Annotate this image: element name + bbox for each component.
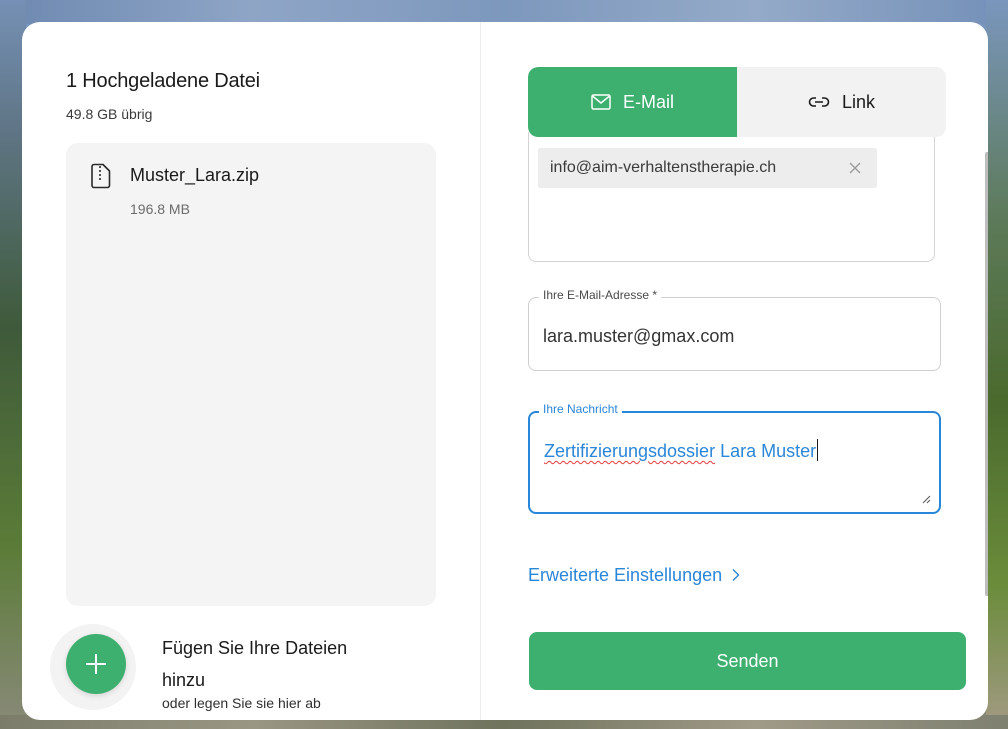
- zip-file-icon: [91, 163, 111, 189]
- file-size: 196.8 MB: [130, 201, 190, 217]
- tab-email[interactable]: E-Mail: [528, 67, 737, 137]
- transfer-card: 1 Hochgeladene Datei 49.8 GB übrig Muste…: [22, 22, 988, 720]
- mail-icon: [591, 94, 611, 110]
- message-label: Ihre Nachricht: [539, 402, 622, 416]
- recipients-field[interactable]: info@aim-verhaltenstherapie.ch: [528, 132, 935, 262]
- close-icon[interactable]: [847, 160, 863, 176]
- add-files-title: Fügen Sie Ihre Dateien hinzu: [162, 638, 348, 690]
- message-value: Zertifizierungsdossier Lara Muster: [544, 439, 819, 462]
- send-button-label: Senden: [716, 650, 779, 671]
- recipient-email: info@aim-verhaltenstherapie.ch: [550, 159, 777, 176]
- advanced-settings-label: Erweiterte Einstellungen: [528, 565, 723, 585]
- chevron-right-icon: [732, 569, 740, 581]
- tab-link[interactable]: Link: [737, 67, 946, 137]
- sender-email-field[interactable]: Ihre E-Mail-Adresse * lara.muster@gmax.c…: [528, 288, 941, 371]
- add-files-button[interactable]: [66, 634, 126, 694]
- background-landscape-right: [986, 0, 1008, 729]
- uploaded-files-title: 1 Hochgeladene Datei: [66, 70, 260, 92]
- panel-divider: [480, 22, 481, 720]
- text-caret: [817, 439, 819, 461]
- file-name: Muster_Lara.zip: [130, 165, 260, 185]
- storage-remaining: 49.8 GB übrig: [66, 106, 153, 122]
- message-field[interactable]: Ihre Nachricht Zertifizierungsdossier La…: [528, 402, 941, 514]
- sender-email-value: lara.muster@gmax.com: [543, 326, 735, 346]
- file-list: Muster_Lara.zip 196.8 MB: [66, 143, 436, 606]
- message-rest: Lara Muster: [715, 441, 817, 461]
- resize-grip-icon[interactable]: [921, 494, 931, 504]
- send-button[interactable]: Senden: [529, 632, 966, 690]
- plus-icon: [86, 654, 106, 674]
- form-scrollbar[interactable]: [985, 152, 988, 596]
- misspelled-word: Zertifizierungsdossier: [544, 441, 716, 461]
- share-mode-tabs: E-Mail Link: [528, 67, 946, 137]
- recipient-chip[interactable]: info@aim-verhaltenstherapie.ch: [538, 148, 877, 188]
- sender-email-label: Ihre E-Mail-Adresse *: [539, 288, 662, 302]
- add-files-subtitle: oder legen Sie sie hier ab: [162, 695, 321, 711]
- background-landscape-top: [0, 0, 1008, 24]
- tab-link-label: Link: [841, 91, 876, 112]
- tab-email-label: E-Mail: [622, 91, 674, 112]
- advanced-settings-link[interactable]: Erweiterte Einstellungen: [528, 565, 741, 586]
- link-icon: [808, 97, 830, 107]
